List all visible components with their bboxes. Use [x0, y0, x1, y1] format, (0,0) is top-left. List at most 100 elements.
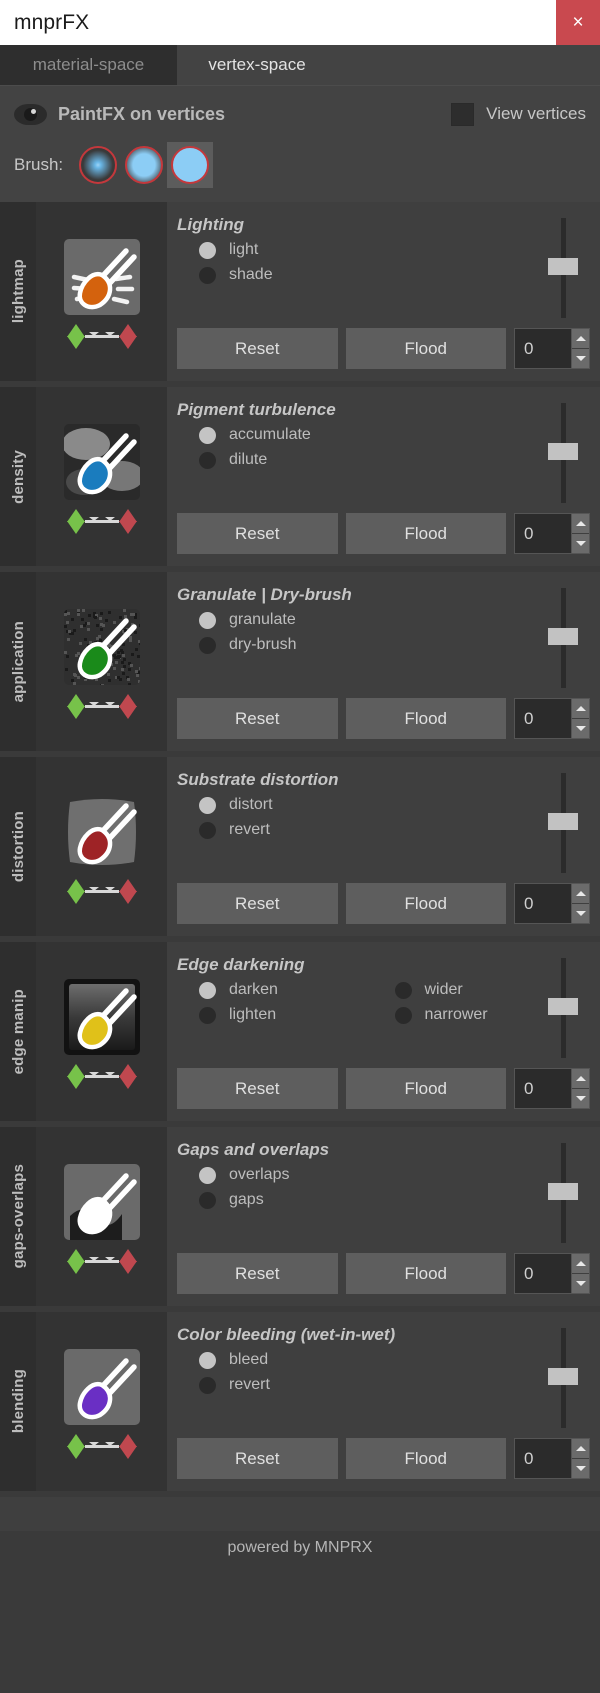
gradient-low-diamond-icon[interactable] [67, 509, 85, 534]
spinner-down-button[interactable] [572, 349, 589, 368]
effect-thumbnail-icon[interactable] [64, 239, 140, 315]
effect-thumbnail-icon[interactable] [64, 1164, 140, 1240]
radio-option-shade[interactable]: shade [199, 266, 590, 284]
spinner-value[interactable]: 0 [515, 1439, 571, 1478]
gradient-range-control[interactable] [67, 879, 137, 904]
spinner-up-button[interactable] [572, 699, 589, 719]
gradient-range-control[interactable] [67, 1434, 137, 1459]
panel-rail-lightmap[interactable]: lightmap [0, 202, 36, 381]
panel-rail-density[interactable]: density [0, 387, 36, 566]
value-spinner[interactable]: 0 [514, 1253, 590, 1294]
panel-rail-edge-manip[interactable]: edge manip [0, 942, 36, 1121]
gradient-track[interactable] [85, 890, 119, 893]
gradient-low-diamond-icon[interactable] [67, 694, 85, 719]
radio-option-gaps[interactable]: gaps [199, 1191, 590, 1209]
slider-handle[interactable] [548, 1368, 578, 1385]
tab-material-space[interactable]: material-space [0, 45, 177, 85]
spinner-down-button[interactable] [572, 1089, 589, 1108]
spinner-value[interactable]: 0 [515, 884, 571, 923]
panel-rail-distortion[interactable]: distortion [0, 757, 36, 936]
panel-rail-blending[interactable]: blending [0, 1312, 36, 1491]
gradient-low-diamond-icon[interactable] [67, 1249, 85, 1274]
spinner-value[interactable]: 0 [515, 699, 571, 738]
effect-strength-slider[interactable] [548, 773, 578, 873]
spinner-up-button[interactable] [572, 884, 589, 904]
radio-option-revert[interactable]: revert [199, 821, 590, 839]
gradient-low-diamond-icon[interactable] [67, 1434, 85, 1459]
gradient-high-diamond-icon[interactable] [119, 879, 137, 904]
gradient-high-diamond-icon[interactable] [119, 1434, 137, 1459]
flood-button[interactable]: Flood [346, 1253, 507, 1294]
panel-rail-application[interactable]: application [0, 572, 36, 751]
effect-thumbnail-icon[interactable] [64, 979, 140, 1055]
gradient-range-control[interactable] [67, 324, 137, 349]
effect-strength-slider[interactable] [548, 588, 578, 688]
slider-handle[interactable] [548, 258, 578, 275]
radio-option-granulate[interactable]: granulate [199, 611, 590, 629]
spinner-down-button[interactable] [572, 1459, 589, 1478]
brush-swatch-medium[interactable] [121, 142, 167, 188]
spinner-value[interactable]: 0 [515, 1254, 571, 1293]
radio-option-dry-brush[interactable]: dry-brush [199, 636, 590, 654]
flood-button[interactable]: Flood [346, 698, 507, 739]
panel-rail-gaps-overlaps[interactable]: gaps-overlaps [0, 1127, 36, 1306]
reset-button[interactable]: Reset [177, 1438, 338, 1479]
spinner-up-button[interactable] [572, 514, 589, 534]
brush-swatch-hard[interactable] [167, 142, 213, 188]
effect-strength-slider[interactable] [548, 218, 578, 318]
radio-option-dilute[interactable]: dilute [199, 451, 590, 469]
spinner-down-button[interactable] [572, 904, 589, 923]
value-spinner[interactable]: 0 [514, 698, 590, 739]
flood-button[interactable]: Flood [346, 1068, 507, 1109]
value-spinner[interactable]: 0 [514, 1438, 590, 1479]
spinner-up-button[interactable] [572, 1254, 589, 1274]
effect-strength-slider[interactable] [548, 1143, 578, 1243]
gradient-track[interactable] [85, 1075, 119, 1078]
gradient-high-diamond-icon[interactable] [119, 324, 137, 349]
spinner-down-button[interactable] [572, 1274, 589, 1293]
slider-handle[interactable] [548, 628, 578, 645]
effect-strength-slider[interactable] [548, 403, 578, 503]
gradient-high-diamond-icon[interactable] [119, 509, 137, 534]
spinner-up-button[interactable] [572, 1439, 589, 1459]
effect-thumbnail-icon[interactable] [64, 794, 140, 870]
flood-button[interactable]: Flood [346, 513, 507, 554]
effect-strength-slider[interactable] [548, 1328, 578, 1428]
radio-option-overlaps[interactable]: overlaps [199, 1166, 590, 1184]
view-vertices-toggle[interactable]: View vertices [451, 103, 586, 126]
gradient-low-diamond-icon[interactable] [67, 324, 85, 349]
reset-button[interactable]: Reset [177, 328, 338, 369]
slider-handle[interactable] [548, 443, 578, 460]
spinner-up-button[interactable] [572, 329, 589, 349]
spinner-down-button[interactable] [572, 534, 589, 553]
spinner-value[interactable]: 0 [515, 514, 571, 553]
radio-option-distort[interactable]: distort [199, 796, 590, 814]
brush-swatch-soft[interactable] [75, 142, 121, 188]
reset-button[interactable]: Reset [177, 698, 338, 739]
gradient-range-control[interactable] [67, 694, 137, 719]
reset-button[interactable]: Reset [177, 513, 338, 554]
close-button[interactable]: × [556, 0, 600, 45]
tab-vertex-space[interactable]: vertex-space [177, 45, 337, 85]
reset-button[interactable]: Reset [177, 1253, 338, 1294]
gradient-track[interactable] [85, 335, 119, 338]
gradient-track[interactable] [85, 520, 119, 523]
value-spinner[interactable]: 0 [514, 328, 590, 369]
spinner-up-button[interactable] [572, 1069, 589, 1089]
effect-strength-slider[interactable] [548, 958, 578, 1058]
gradient-high-diamond-icon[interactable] [119, 694, 137, 719]
eye-icon[interactable] [14, 104, 47, 125]
slider-handle[interactable] [548, 998, 578, 1015]
value-spinner[interactable]: 0 [514, 513, 590, 554]
gradient-track[interactable] [85, 705, 119, 708]
gradient-high-diamond-icon[interactable] [119, 1064, 137, 1089]
gradient-low-diamond-icon[interactable] [67, 1064, 85, 1089]
gradient-high-diamond-icon[interactable] [119, 1249, 137, 1274]
slider-handle[interactable] [548, 1183, 578, 1200]
spinner-value[interactable]: 0 [515, 329, 571, 368]
effect-thumbnail-icon[interactable] [64, 1349, 140, 1425]
reset-button[interactable]: Reset [177, 1068, 338, 1109]
radio-option-accumulate[interactable]: accumulate [199, 426, 590, 444]
value-spinner[interactable]: 0 [514, 883, 590, 924]
reset-button[interactable]: Reset [177, 883, 338, 924]
